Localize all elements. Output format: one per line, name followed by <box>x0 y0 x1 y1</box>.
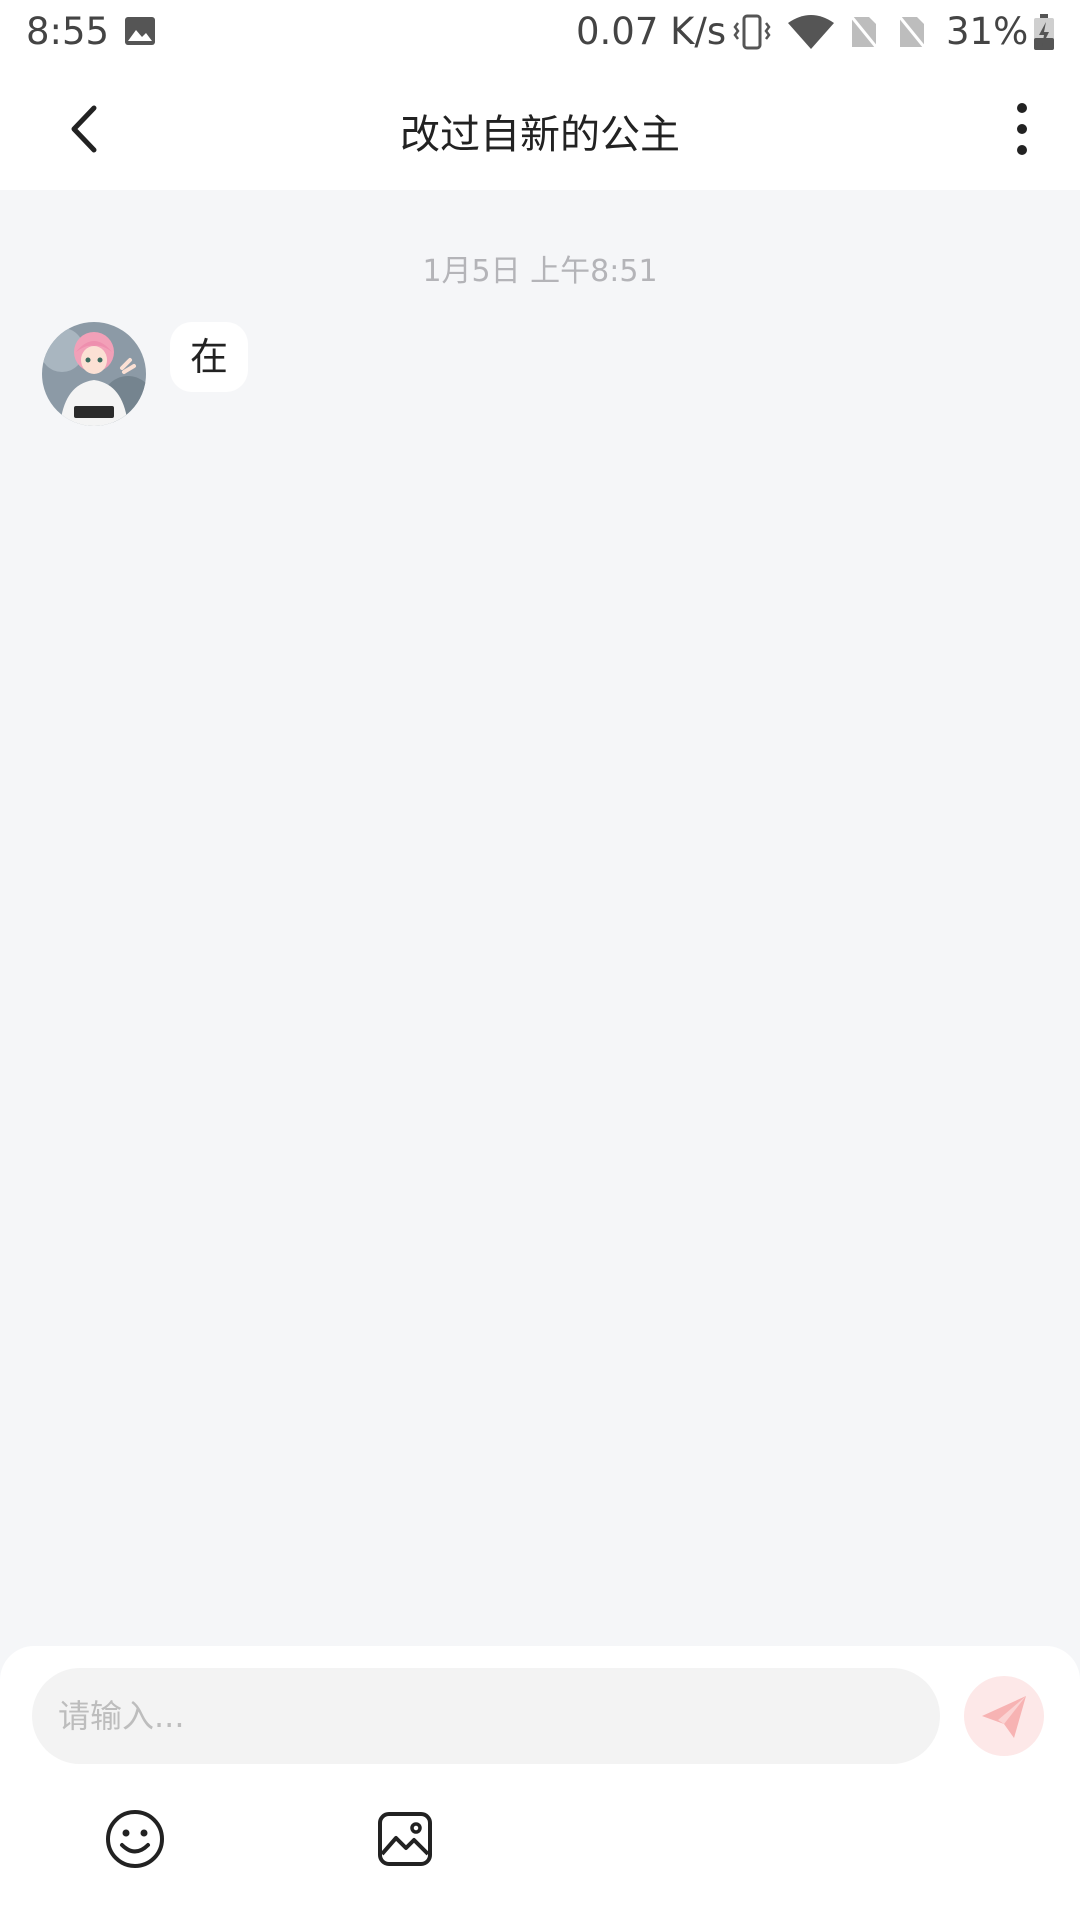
wifi-icon <box>788 15 834 49</box>
no-sim-icon <box>897 15 927 49</box>
message-bubble[interactable]: 在 <box>170 322 249 392</box>
composer-panel <box>0 1646 1080 1920</box>
chat-area[interactable]: 1月5日 上午8:51 在 <box>0 190 1080 1646</box>
avatar[interactable] <box>42 322 146 426</box>
battery-percent: 31% <box>946 10 1029 53</box>
more-vertical-icon[interactable] <box>1000 100 1044 158</box>
image-icon <box>125 17 155 45</box>
no-sim-icon <box>849 15 879 49</box>
send-button[interactable] <box>964 1676 1044 1756</box>
page-title: 改过自新的公主 <box>400 112 680 158</box>
vibrate-icon <box>733 14 771 50</box>
network-speed: 0.07 K/s <box>576 10 727 53</box>
send-icon <box>982 1696 1026 1738</box>
emoji-icon[interactable] <box>104 1808 166 1870</box>
image-icon[interactable] <box>376 1808 434 1870</box>
battery-charging-icon <box>1034 14 1054 50</box>
status-bar: 8:55 0.07 K/s 31% <box>0 0 1080 66</box>
message-timestamp: 1月5日 上午8:51 <box>422 254 658 289</box>
status-time: 8:55 <box>26 10 110 53</box>
header-bar: 改过自新的公主 <box>0 66 1080 190</box>
avatar-illustration <box>42 322 146 426</box>
message-input[interactable] <box>32 1668 940 1764</box>
